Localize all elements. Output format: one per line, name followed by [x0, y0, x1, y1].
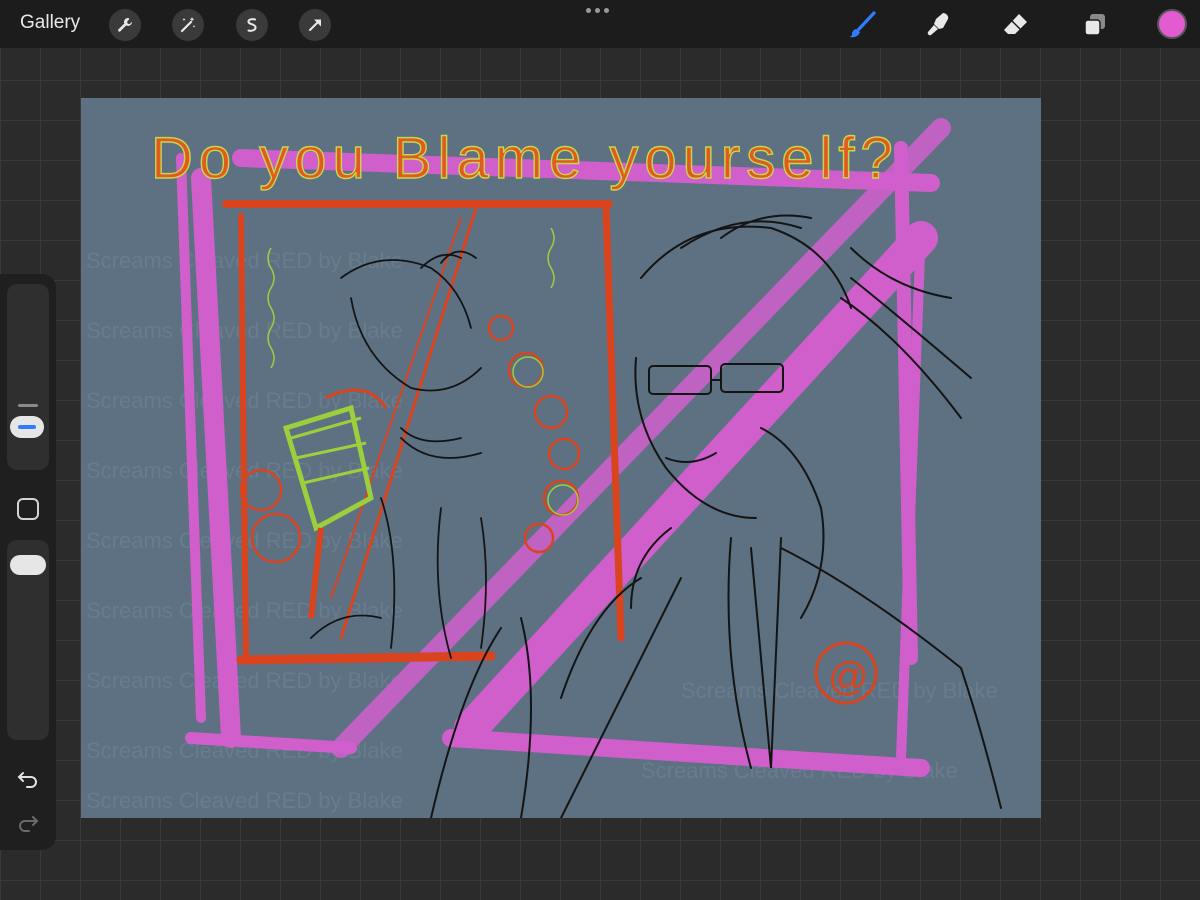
brush-size-thumb[interactable]: [10, 416, 44, 438]
undo-icon[interactable]: [12, 762, 44, 794]
artwork-title: Do you Blame yourself?: [151, 126, 899, 191]
brush-icon[interactable]: [845, 8, 879, 42]
transform-arrow-icon[interactable]: [299, 9, 331, 41]
smudge-icon[interactable]: [921, 8, 955, 42]
title-group: Do you Blame yourself?: [150, 125, 899, 191]
watermark-text: Screams Cleaved RED by Blake: [86, 668, 403, 693]
color-picker-swatch[interactable]: [1157, 9, 1187, 39]
artwork: Screams Cleaved RED by Blake Screams Cle…: [86, 118, 1002, 818]
selection-icon[interactable]: [236, 9, 268, 41]
watermark-text: Screams Cleaved RED by Blake: [86, 788, 403, 813]
actions-wrench-icon[interactable]: [109, 9, 141, 41]
top-toolbar: Gallery: [0, 0, 1200, 48]
adjustments-magic-wand-icon[interactable]: [172, 9, 204, 41]
brush-size-slider[interactable]: [7, 284, 49, 470]
eraser-icon[interactable]: [999, 8, 1033, 42]
opacity-thumb[interactable]: [10, 555, 46, 575]
artist-signature: @: [814, 641, 878, 705]
brush-size-indicator: [18, 404, 38, 407]
more-options-icon[interactable]: [586, 8, 609, 13]
layers-icon[interactable]: [1078, 8, 1112, 42]
gallery-button[interactable]: Gallery: [20, 12, 80, 34]
drawing-canvas[interactable]: Screams Cleaved RED by Blake Screams Cle…: [81, 98, 1041, 818]
redo-icon[interactable]: [12, 806, 44, 838]
signature-glyph: @: [828, 655, 869, 699]
modify-button[interactable]: [17, 498, 39, 520]
